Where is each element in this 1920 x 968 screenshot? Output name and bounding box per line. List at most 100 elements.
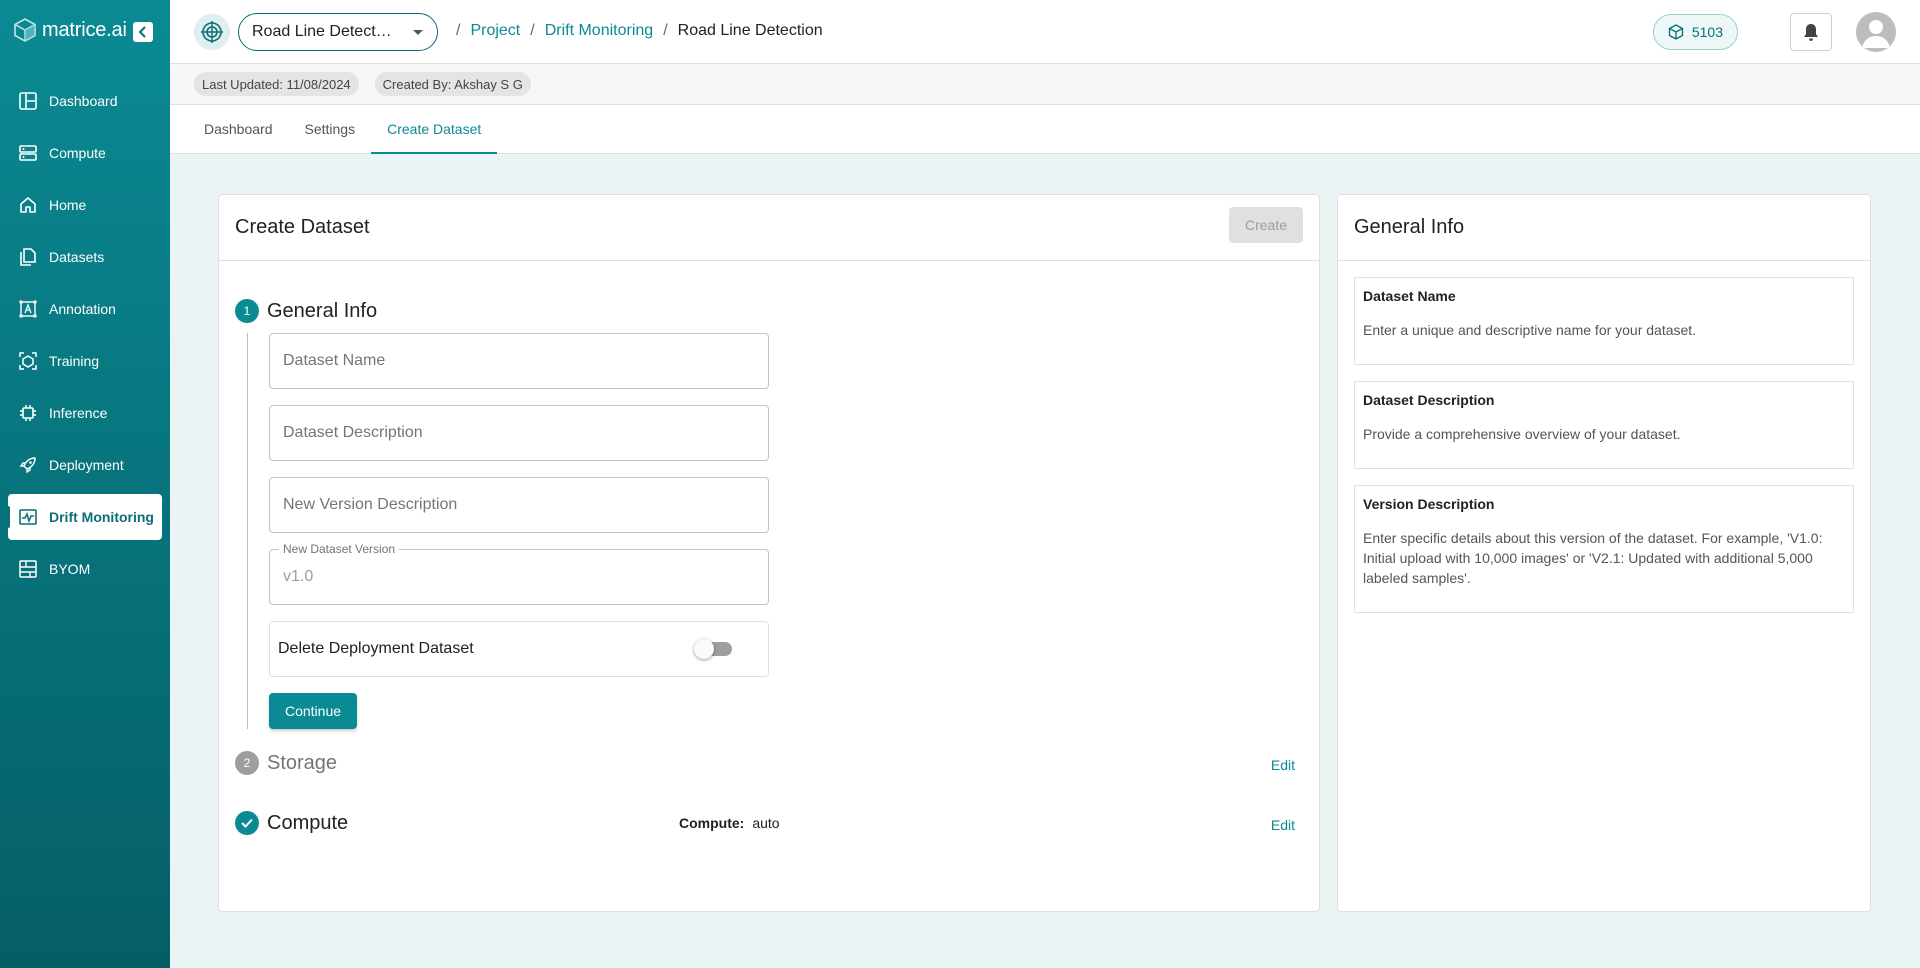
- toggle-knob: [694, 639, 714, 659]
- project-meta-bar: Last Updated: 11/08/2024 Created By: Aks…: [170, 64, 1920, 105]
- user-avatar[interactable]: [1856, 12, 1896, 52]
- annotation-icon: [19, 300, 37, 318]
- continue-button[interactable]: Continue: [269, 693, 357, 729]
- new-version-description-input[interactable]: New Version Description: [269, 477, 769, 533]
- dashboard-icon: [19, 92, 37, 110]
- step-compute[interactable]: Compute: [235, 811, 348, 835]
- compute-summary: Compute: auto: [679, 815, 780, 831]
- step-general-info[interactable]: 1 General Info: [235, 299, 377, 323]
- check-icon: [235, 811, 259, 835]
- compute-value: auto: [752, 815, 780, 831]
- delete-deployment-dataset-toggle[interactable]: [694, 639, 732, 659]
- delete-deployment-dataset-row: Delete Deployment Dataset: [269, 621, 769, 677]
- new-dataset-version-value: v1.0: [283, 568, 314, 585]
- training-icon: [19, 352, 37, 370]
- sidebar-item-compute[interactable]: Compute: [8, 130, 162, 176]
- help-box-text: Provide a comprehensive overview of your…: [1363, 426, 1681, 442]
- card-header: Create Dataset Create: [219, 195, 1319, 261]
- sidebar-item-label: Home: [49, 197, 87, 213]
- chip-icon: [20, 405, 36, 421]
- collapse-sidebar-button[interactable]: [133, 22, 153, 42]
- sidebar-item-byom[interactable]: BYOM: [8, 546, 162, 592]
- compute-edit-link[interactable]: Edit: [1271, 817, 1295, 833]
- step-storage[interactable]: 2 Storage: [235, 751, 337, 775]
- sidebar-item-datasets[interactable]: Datasets: [8, 234, 162, 280]
- general-info-help-card: General Info Dataset Name Enter a unique…: [1337, 194, 1871, 912]
- brand-name: matrice.ai: [42, 18, 127, 41]
- project-select-value: Road Line Detect…: [252, 23, 392, 40]
- new-dataset-version-label: New Dataset Version: [279, 542, 400, 556]
- sidebar-item-inference[interactable]: Inference: [8, 390, 162, 436]
- step-title: Compute: [267, 811, 349, 834]
- toggle-label: Delete Deployment Dataset: [278, 640, 474, 657]
- tab-bar: Dashboard Settings Create Dataset: [170, 105, 1920, 154]
- help-box-text: Enter a unique and descriptive name for …: [1363, 322, 1697, 338]
- breadcrumb-drift-monitoring[interactable]: Drift Monitoring: [545, 22, 653, 40]
- breadcrumb-separator: /: [456, 22, 461, 39]
- step-connector-line: [247, 333, 248, 729]
- credits-value: 5103: [1691, 24, 1723, 40]
- brand-logo[interactable]: matrice.ai: [14, 18, 127, 42]
- bell-icon: [1804, 24, 1818, 41]
- sidebar-item-dashboard[interactable]: Dashboard: [8, 78, 162, 124]
- step-title: Storage: [267, 751, 338, 774]
- server-icon: [19, 145, 37, 161]
- credits-badge[interactable]: 5103: [1652, 14, 1738, 50]
- tab-settings[interactable]: Settings: [289, 105, 372, 153]
- project-icon[interactable]: [194, 14, 230, 50]
- home-icon: [20, 197, 36, 213]
- user-icon: [1862, 20, 1890, 48]
- new-version-description-placeholder: New Version Description: [283, 496, 458, 513]
- dataset-description-input[interactable]: Dataset Description: [269, 405, 769, 461]
- caret-down-icon: [413, 30, 423, 35]
- sidebar: matrice.ai Dashboard Compute Home Datase…: [0, 0, 170, 968]
- rocket-icon: [19, 457, 36, 474]
- sidebar-item-annotation[interactable]: Annotation: [8, 286, 162, 332]
- byom-icon: [19, 560, 37, 578]
- created-by-chip: Created By: Akshay S G: [374, 72, 531, 96]
- card-title: Create Dataset: [235, 216, 370, 238]
- tab-create-dataset[interactable]: Create Dataset: [371, 105, 498, 154]
- help-card-title: General Info: [1354, 216, 1465, 238]
- project-select[interactable]: Road Line Detect…: [238, 13, 438, 51]
- help-card-header: General Info: [1338, 195, 1870, 261]
- help-box-dataset-description: Dataset Description Provide a comprehens…: [1354, 381, 1854, 469]
- sidebar-item-label: Compute: [49, 145, 106, 161]
- sidebar-item-label: Drift Monitoring: [49, 509, 154, 525]
- create-dataset-card: Create Dataset Create 1 General Info Dat…: [218, 194, 1320, 912]
- dataset-name-input[interactable]: Dataset Name: [269, 333, 769, 389]
- sidebar-item-label: Datasets: [49, 249, 105, 265]
- help-box-title: Dataset Name: [1363, 288, 1456, 304]
- sidebar-item-training[interactable]: Training: [8, 338, 162, 384]
- tab-dashboard[interactable]: Dashboard: [188, 105, 289, 153]
- top-header: Road Line Detect… / Project / Drift Moni…: [170, 0, 1920, 64]
- cube-icon: [1668, 24, 1684, 40]
- breadcrumb: / Project / Drift Monitoring / Road Line…: [446, 22, 823, 40]
- step-number-badge: 2: [235, 751, 259, 775]
- help-box-dataset-name: Dataset Name Enter a unique and descript…: [1354, 277, 1854, 365]
- create-button[interactable]: Create: [1229, 207, 1303, 243]
- sidebar-item-deployment[interactable]: Deployment: [8, 442, 162, 488]
- breadcrumb-project[interactable]: Project: [470, 22, 520, 40]
- compute-label: Compute:: [679, 815, 745, 831]
- notifications-button[interactable]: [1790, 13, 1832, 51]
- breadcrumb-separator: /: [663, 22, 668, 39]
- files-icon: [20, 248, 36, 266]
- matrice-logo-icon: [14, 18, 36, 42]
- sidebar-nav: Dashboard Compute Home Datasets Annotati…: [6, 78, 162, 598]
- sidebar-item-label: Dashboard: [49, 93, 118, 109]
- sidebar-item-label: Deployment: [49, 457, 124, 473]
- help-box-title: Version Description: [1363, 496, 1495, 512]
- sidebar-item-drift-monitoring[interactable]: Drift Monitoring: [6, 494, 162, 540]
- monitor-icon: [19, 509, 37, 525]
- sidebar-item-label: BYOM: [49, 561, 91, 577]
- step-title: General Info: [267, 299, 378, 322]
- last-updated-chip: Last Updated: 11/08/2024: [194, 72, 359, 96]
- storage-edit-link[interactable]: Edit: [1271, 757, 1295, 773]
- chevron-left-icon: [138, 26, 146, 38]
- breadcrumb-current: Road Line Detection: [677, 22, 823, 39]
- sidebar-item-label: Annotation: [49, 301, 116, 317]
- sidebar-item-home[interactable]: Home: [8, 182, 162, 228]
- dataset-description-placeholder: Dataset Description: [283, 424, 423, 441]
- help-box-text: Enter specific details about this versio…: [1363, 530, 1823, 586]
